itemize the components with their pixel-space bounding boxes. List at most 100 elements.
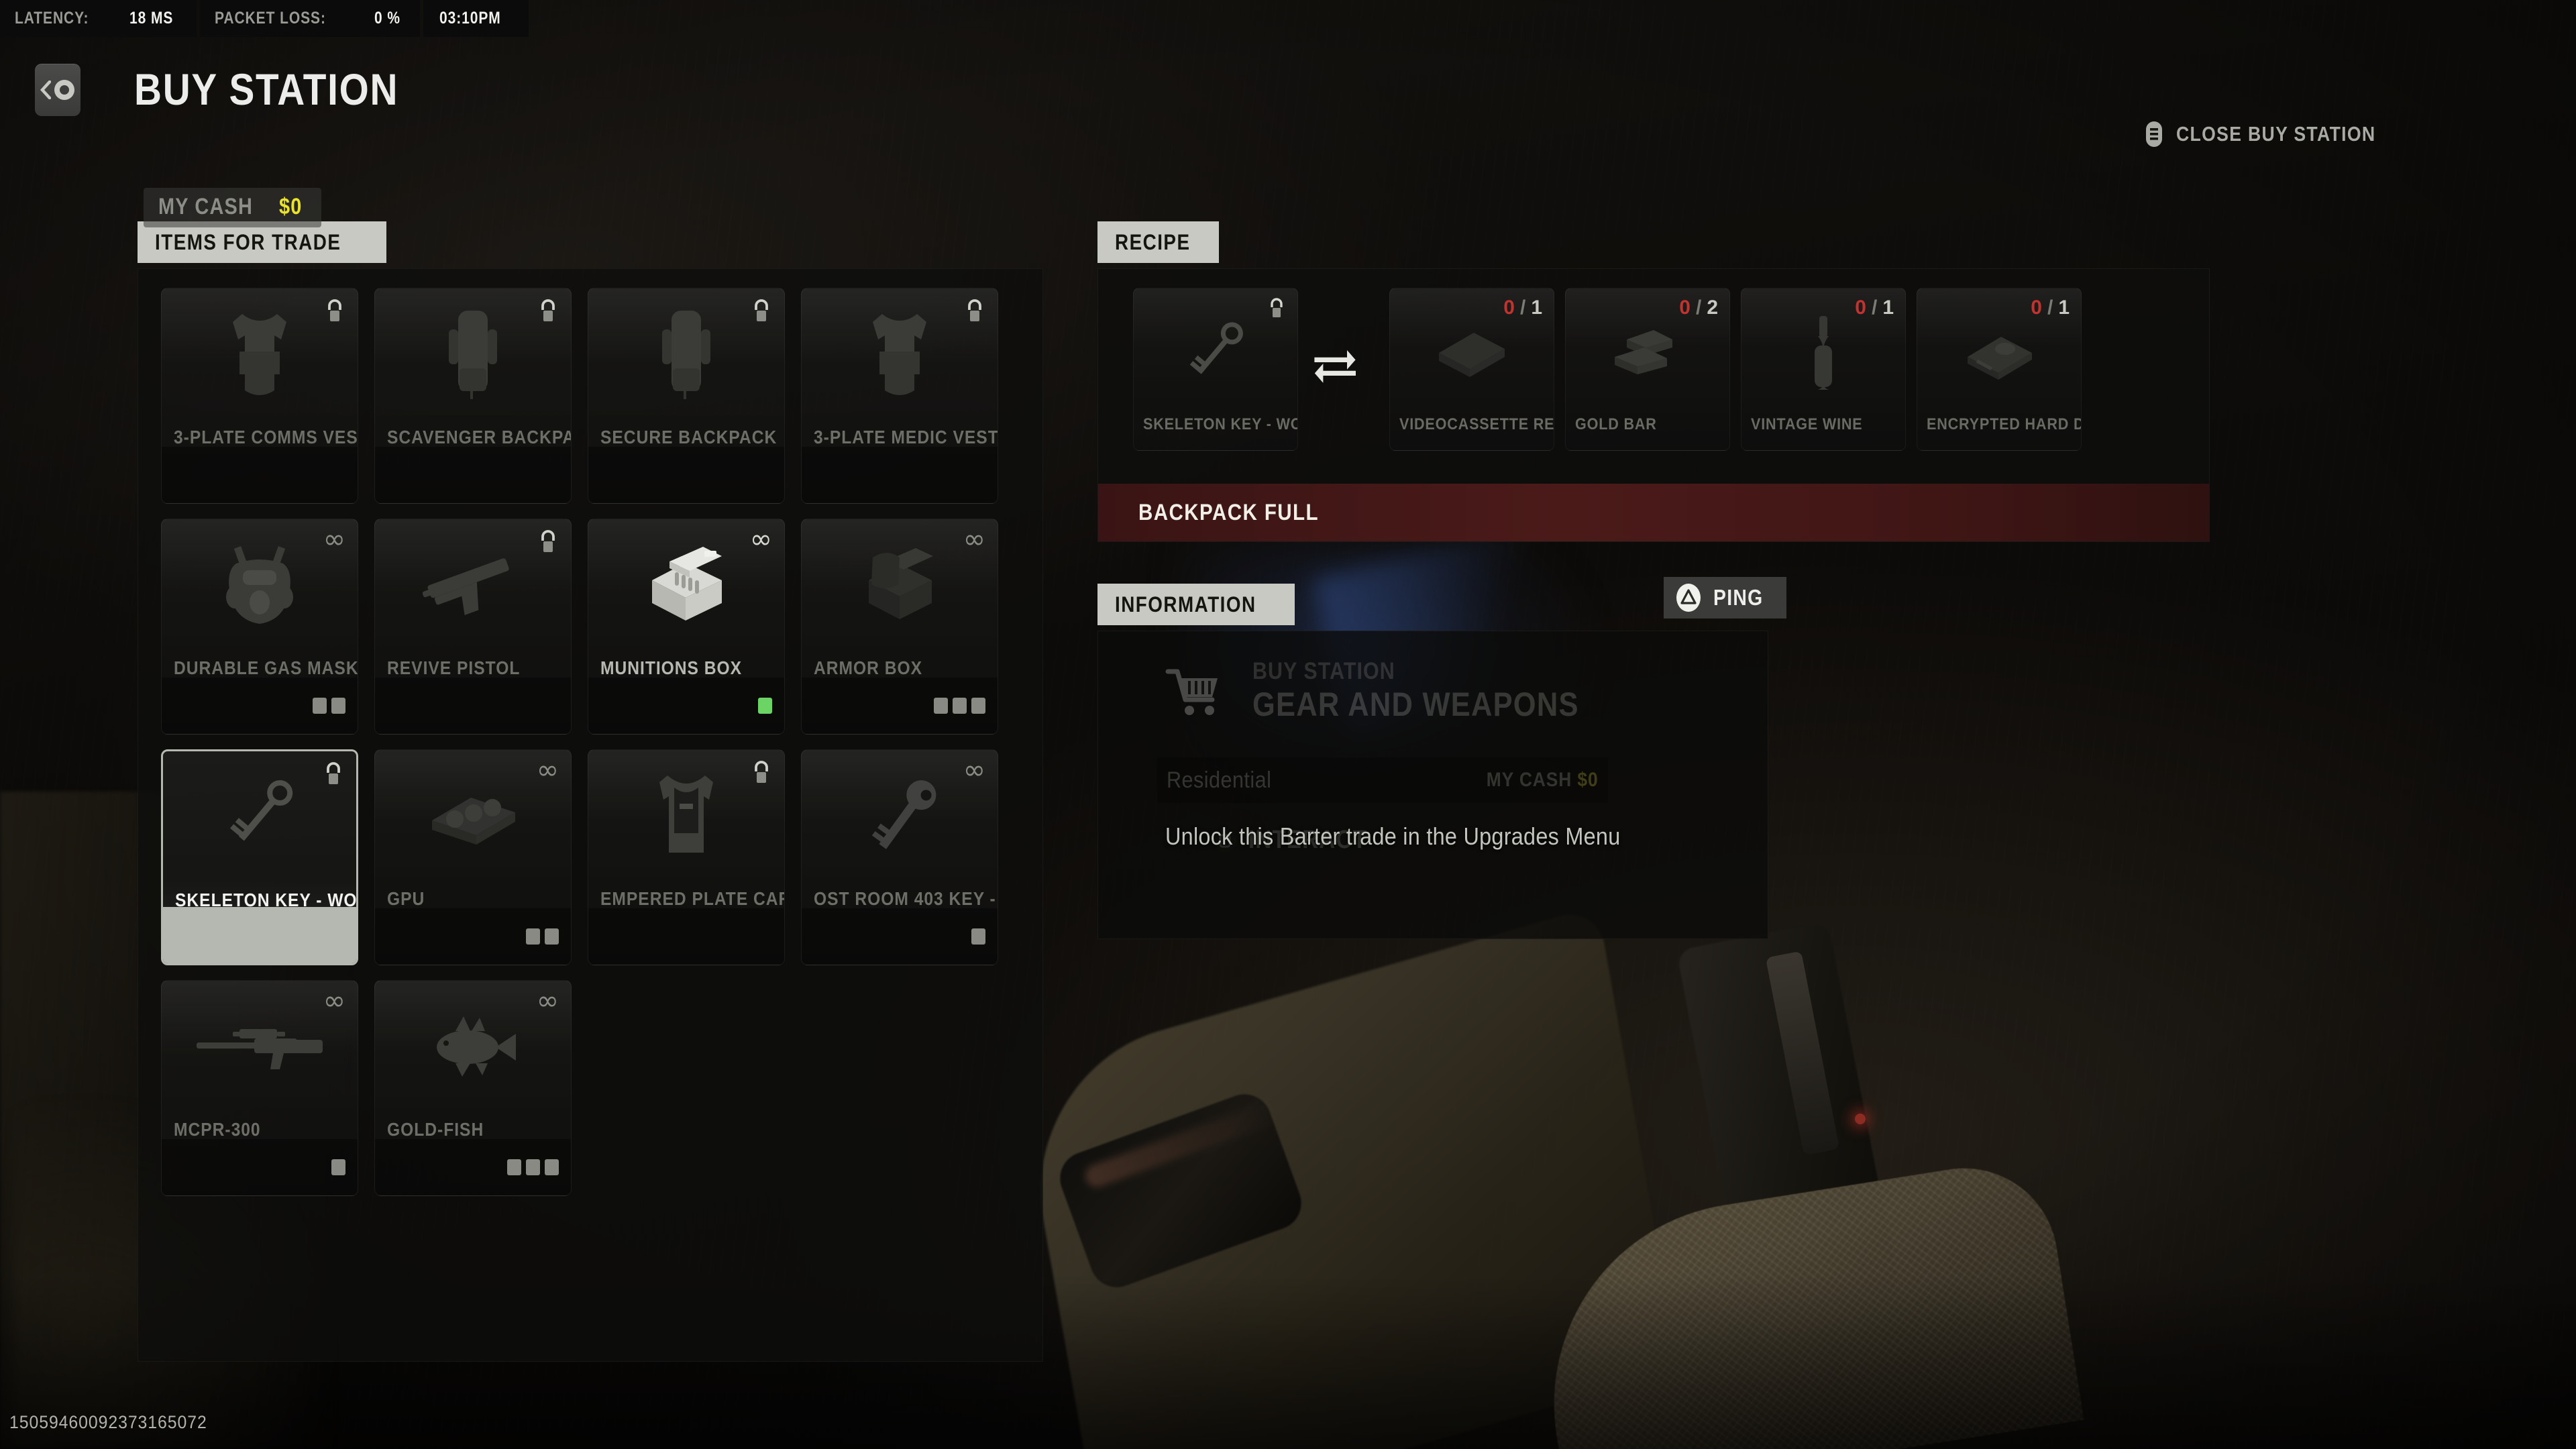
ping-button[interactable]: PING [1664, 577, 1786, 619]
my-cash-value: $0 [278, 194, 303, 219]
recipe-ingredient-card[interactable]: 0/1ENCRYPTED HARD DRIVE [1917, 288, 2082, 451]
item-art [375, 990, 571, 1103]
slot-indicator [934, 698, 948, 714]
recipe-output-card[interactable]: SKELETON KEY - WORN [1133, 288, 1298, 451]
item-art [802, 529, 998, 641]
slot-indicator [526, 1159, 540, 1175]
close-buy-station-button[interactable]: CLOSE BUY STATION [2145, 121, 2408, 148]
page-title: BUY STATION [134, 64, 399, 114]
item-slots [162, 678, 358, 734]
match-id: 15059460092373165072 [9, 1412, 207, 1432]
ingredient-name: VINTAGE WINE [1751, 415, 1863, 433]
item-card[interactable]: ∞ ARMOR BOX [801, 519, 998, 735]
escape-key-icon [2146, 121, 2163, 147]
ping-label: PING [1713, 585, 1764, 610]
slot-indicator [758, 698, 772, 714]
shopping-cart-icon [1165, 669, 1218, 715]
item-card[interactable]: 3-PLATE MEDIC VEST [801, 288, 998, 504]
slot-indicator [545, 1159, 559, 1175]
item-name: ARMOR BOX [814, 657, 923, 678]
item-art [162, 298, 358, 411]
ingredient-art [1741, 313, 1905, 393]
item-art [162, 990, 358, 1103]
items-for-trade-panel: 3-PLATE COMMS VEST SCAVENGER BACKPACK SECU… [138, 268, 1043, 1362]
item-art [375, 298, 571, 411]
item-art [588, 529, 784, 641]
item-slots [802, 678, 998, 734]
item-card[interactable]: EMPERED PLATE CARRIER [588, 749, 785, 965]
item-art [588, 298, 784, 411]
item-slots [802, 447, 998, 503]
items-grid: 3-PLATE COMMS VEST SCAVENGER BACKPACK SECU… [161, 288, 998, 1196]
item-art [802, 759, 998, 872]
slot-indicator [331, 1159, 345, 1175]
item-card[interactable]: SECURE BACKPACK [588, 288, 785, 504]
item-card[interactable]: ∞ MUNITIONS BOX [588, 519, 785, 735]
ingredient-art [1566, 313, 1729, 393]
slot-indicator [313, 698, 327, 714]
information-panel: BUY STATION GEAR AND WEAPONS Residential… [1097, 631, 1768, 939]
slot-indicator [545, 928, 559, 945]
ghost-title: BUY STATION [1252, 658, 1395, 684]
item-card[interactable]: ∞OST ROOM 403 KEY - WO [801, 749, 998, 965]
item-slots [375, 447, 571, 503]
item-name: MCPR-300 [174, 1119, 261, 1140]
item-slots [375, 908, 571, 965]
back-button[interactable] [35, 64, 80, 116]
item-name: EMPERED PLATE CARRIER [600, 888, 784, 909]
item-name: REVIVE PISTOL [387, 657, 521, 678]
latency-chip: LATENCY: 18 MS [0, 0, 197, 37]
slot-indicator [953, 698, 967, 714]
item-name: GOLD-FISH [387, 1119, 484, 1140]
item-card[interactable]: 3-PLATE COMMS VEST [161, 288, 358, 504]
item-slots [588, 678, 784, 734]
ingredient-art [1390, 313, 1554, 393]
my-cash-label: MY CASH [158, 194, 254, 219]
mouse-button-icon [54, 80, 74, 100]
packet-loss-label: PACKET LOSS: [215, 9, 327, 28]
item-card[interactable]: ∞ GOLD-FISH [374, 980, 572, 1196]
item-art [588, 759, 784, 872]
item-card[interactable]: ∞ DURABLE GAS MASK [161, 519, 358, 735]
item-card[interactable]: REVIVE PISTOL [374, 519, 572, 735]
item-card[interactable]: ∞ MCPR-300 [161, 980, 358, 1196]
clock-chip: 03:10PM [423, 0, 529, 37]
close-buy-station-label: CLOSE BUY STATION [2176, 122, 2376, 146]
ghost-cash: MY CASH $0 [1487, 769, 1599, 791]
item-slots [375, 678, 571, 734]
item-card[interactable]: SKELETON KEY - WORN [161, 749, 358, 965]
unlock-message: Unlock this Barter trade in the Upgrades… [1165, 822, 1621, 850]
exchange-arrows-icon [1298, 288, 1377, 451]
my-cash-display: MY CASH $0 [144, 188, 321, 227]
recipe-ingredient-card[interactable]: 0/1VIDEOCASSETTE RECORDI [1389, 288, 1554, 451]
packet-loss-chip: PACKET LOSS: 0 % [200, 0, 421, 37]
ingredient-art [1917, 313, 2081, 393]
item-art [163, 761, 356, 873]
recipe-ingredient-card[interactable]: 0/2 GOLD BAR [1565, 288, 1730, 451]
information-tab: INFORMATION [1097, 584, 1295, 625]
item-name: MUNITIONS BOX [600, 657, 743, 678]
status-bar: LATENCY: 18 MS PACKET LOSS: 0 % 03:10PM [0, 0, 529, 37]
item-slots [162, 1139, 358, 1195]
item-slots [162, 447, 358, 503]
skeleton-key-icon [1189, 322, 1243, 374]
slot-indicator [971, 928, 985, 945]
information-label: INFORMATION [1115, 592, 1256, 616]
item-name: SECURE BACKPACK [600, 427, 777, 447]
recipe-output-art [1134, 313, 1297, 393]
clock-value: 03:10PM [439, 9, 501, 28]
packet-loss-value: 0 % [374, 9, 400, 28]
item-slots [588, 908, 784, 965]
item-slots [375, 1139, 571, 1195]
item-card[interactable]: ∞ GPU [374, 749, 572, 965]
recipe-ingredients: 0/1VIDEOCASSETTE RECORDI0/2GOLD BAR0/1VI… [1389, 288, 2082, 451]
ghost-subtitle: GEAR AND WEAPONS [1252, 686, 1579, 723]
item-name: GPU [387, 888, 425, 909]
item-art [802, 298, 998, 411]
item-name: DURABLE GAS MASK [174, 657, 358, 678]
recipe-tab: RECIPE [1097, 221, 1220, 263]
item-card[interactable]: SCAVENGER BACKPACK [374, 288, 572, 504]
recipe-ingredient-card[interactable]: 0/1 VINTAGE WINE [1741, 288, 1906, 451]
recipe-panel: SKELETON KEY - WORN 0/1VIDEOCASSETTE REC… [1097, 268, 2210, 542]
item-name: OST ROOM 403 KEY - WO [814, 888, 998, 909]
